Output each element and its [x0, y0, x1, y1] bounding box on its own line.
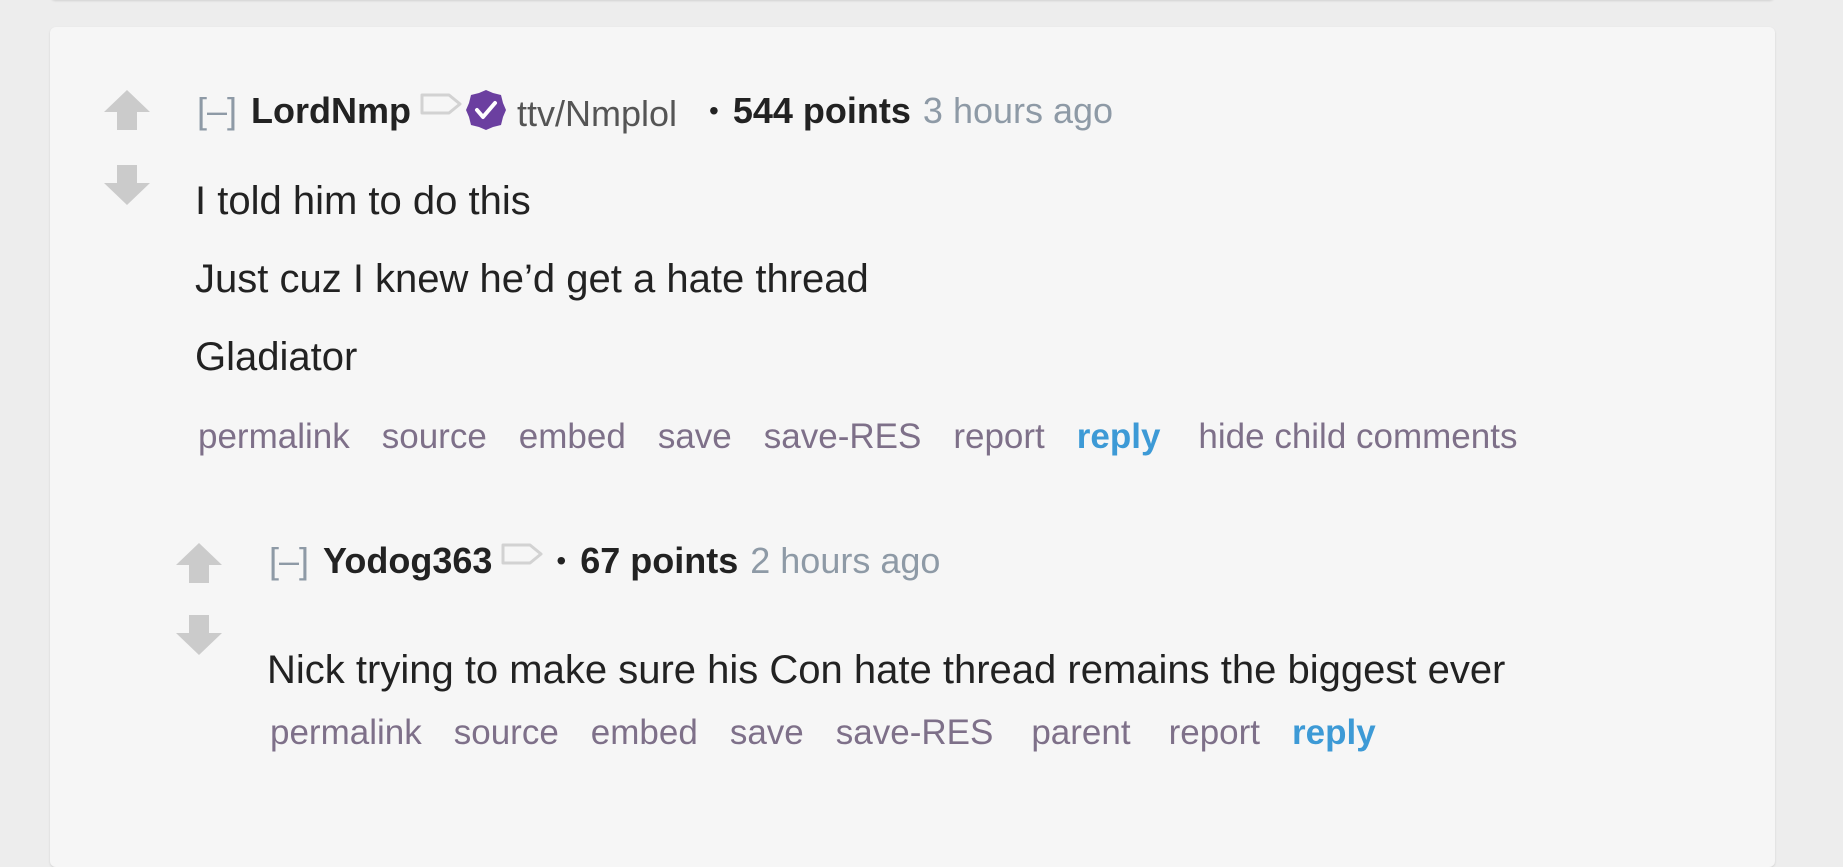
permalink-button[interactable]: permalink	[270, 713, 422, 753]
save-button[interactable]: save	[730, 713, 804, 753]
permalink-button[interactable]: permalink	[198, 417, 350, 457]
comment-thread-card: [–] LordNmp ttv/Nmplol • 544 points 3 ho…	[50, 27, 1775, 867]
comment-tagline: [–] LordNmp ttv/Nmplol • 544 points 3 ho…	[197, 89, 1114, 134]
score: 67 points	[580, 540, 739, 581]
comment-tagline: [–] Yodog363 • 67 points 2 hours ago	[269, 539, 940, 583]
parent-button[interactable]: parent	[1031, 713, 1130, 753]
timestamp: 3 hours ago	[922, 90, 1114, 131]
collapse-toggle[interactable]: [–]	[269, 540, 309, 582]
hide-child-comments-button[interactable]: hide child comments	[1198, 417, 1517, 457]
comment-body: I told him to do this Just cuz I knew he…	[195, 162, 869, 396]
comment-paragraph: Just cuz I knew he’d get a hate thread	[195, 257, 869, 301]
embed-button[interactable]: embed	[591, 713, 698, 753]
save-button[interactable]: save	[658, 417, 732, 457]
score: 544 points	[732, 90, 911, 131]
report-button[interactable]: report	[953, 417, 1044, 457]
comment-actions: permalink source embed save save-RES rep…	[198, 417, 1549, 457]
comment-paragraph: I told him to do this	[195, 179, 531, 223]
separator-bullet: •	[556, 545, 567, 576]
comment-paragraph: Gladiator	[195, 335, 358, 379]
comment-paragraph: Nick trying to make sure his Con hate th…	[267, 648, 1506, 692]
user-tag-icon[interactable]	[500, 534, 544, 576]
embed-button[interactable]: embed	[519, 417, 626, 457]
user-tag-icon[interactable]	[419, 84, 463, 126]
reply-button[interactable]: reply	[1292, 713, 1376, 753]
save-res-button[interactable]: save-RES	[836, 713, 994, 753]
source-button[interactable]: source	[382, 417, 487, 457]
user-flair: ttv/Nmplol	[517, 93, 678, 134]
author-link[interactable]: LordNmp	[251, 90, 411, 132]
collapse-toggle[interactable]: [–]	[197, 90, 237, 132]
reply-button[interactable]: reply	[1077, 417, 1161, 457]
verified-badge-icon	[465, 89, 507, 140]
downvote-arrow-icon[interactable]	[102, 163, 152, 207]
save-res-button[interactable]: save-RES	[764, 417, 922, 457]
upvote-arrow-icon[interactable]	[174, 541, 224, 585]
source-button[interactable]: source	[454, 713, 559, 753]
separator-bullet: •	[709, 95, 719, 126]
comment-actions: permalink source embed save save-RES par…	[270, 713, 1414, 753]
timestamp: 2 hours ago	[750, 540, 941, 581]
report-button[interactable]: report	[1169, 713, 1260, 753]
comment-body: Nick trying to make sure his Con hate th…	[267, 643, 1505, 697]
author-link[interactable]: Yodog363	[323, 540, 492, 582]
upvote-arrow-icon[interactable]	[102, 88, 152, 132]
downvote-arrow-icon[interactable]	[174, 613, 224, 657]
